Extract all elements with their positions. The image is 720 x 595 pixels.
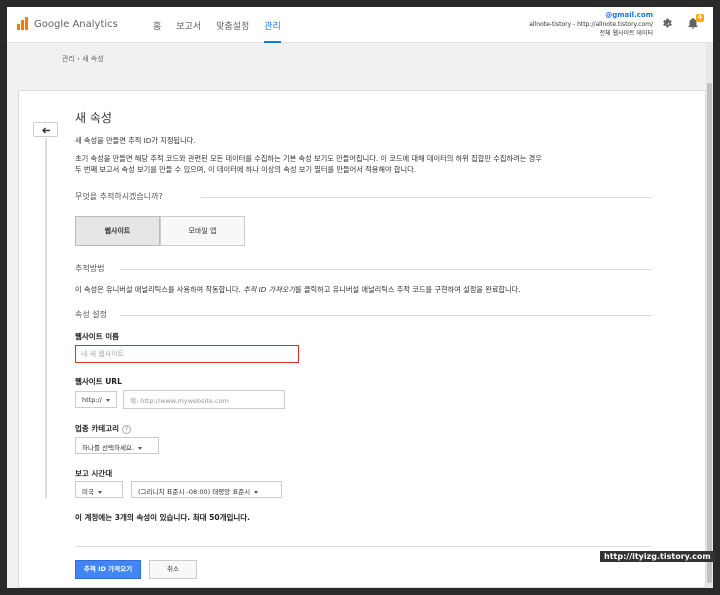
intro-detail-line2: 두 번째 보고서 속성 보기를 만들 수 있으며, 이 데이터에 하나 이상의 … — [75, 165, 416, 174]
timezone-select[interactable]: (그리니치 표준시 -08:00) 태평양 표준시 — [131, 481, 282, 498]
top-header: Google Analytics 홈 보고서 맞춤설정 관리 @gmail.co… — [7, 7, 713, 43]
brand-name: Google Analytics — [34, 18, 118, 30]
category-value: 하나를 선택하세요. — [82, 444, 134, 452]
divider — [75, 546, 651, 547]
account-note: 이 계정에는 3개의 속성이 있습니다. 최대 50개입니다. — [75, 513, 251, 522]
settings-heading: 속성 설정 — [75, 310, 107, 319]
scrollbar-thumb[interactable] — [707, 83, 712, 583]
arrow-left-icon — [42, 127, 50, 134]
method-heading: 추적방법 — [75, 264, 105, 273]
method-text: 이 속성은 유니버설 애널리틱스를 사용하여 작동합니다. 추적 ID 가져오기… — [75, 285, 521, 295]
page-title: 새 속성 — [75, 111, 112, 125]
account-view: 전체 웹사이트 데이터 — [599, 30, 654, 37]
nav-home[interactable]: 홈 — [153, 7, 161, 43]
chevron-down-icon — [105, 398, 110, 402]
main-nav: 홈 보고서 맞춤설정 관리 — [153, 7, 296, 43]
chevron-down-icon — [97, 490, 102, 494]
divider — [120, 315, 651, 316]
intro-text: 새 속성을 만들면 추적 ID가 지정됩니다. — [75, 136, 196, 145]
method-text-em: 추적 ID 가져오기 — [243, 285, 295, 294]
back-button[interactable] — [33, 122, 58, 137]
track-type-toggle: 웹사이트 모바일 앱 — [75, 216, 245, 246]
nav-customization[interactable]: 맞춤설정 — [216, 7, 249, 43]
google-analytics-logo[interactable]: Google Analytics — [16, 17, 118, 31]
intro-detail-line1: 초기 속성을 만들면 해당 추적 코드와 관련된 모든 데이터를 수집하는 기본… — [75, 154, 542, 163]
protocol-select[interactable]: http:// — [75, 391, 117, 408]
method-text-b: 를 클릭하고 유니버설 애널리틱스 추적 코드를 구현하여 설정을 완료합니다. — [295, 285, 521, 294]
help-icon[interactable]: ? — [122, 424, 132, 434]
browser-viewport: Google Analytics 홈 보고서 맞춤설정 관리 @gmail.co… — [7, 7, 713, 588]
site-name-label: 웹사이트 이름 — [75, 332, 120, 341]
timezone-label: 보고 시간대 — [75, 469, 113, 478]
protocol-value: http:// — [82, 396, 102, 404]
timezone-value: (그리니치 표준시 -08:00) 태평양 표준시 — [138, 488, 251, 496]
analytics-bars-icon — [16, 17, 30, 31]
site-url-input[interactable]: 예: http://www.mywebsite.com — [123, 390, 285, 409]
country-value: 미국 — [82, 488, 94, 496]
scrollbar[interactable] — [706, 43, 713, 588]
country-select[interactable]: 미국 — [75, 481, 123, 498]
divider — [201, 197, 651, 198]
chevron-down-icon — [254, 490, 259, 494]
get-tracking-id-button[interactable]: 추적 ID 가져오기 — [75, 560, 141, 579]
category-label-text: 업종 카테고리 — [75, 424, 120, 433]
account-property: allnote-tistory - http://allnote.tistory… — [529, 21, 653, 28]
site-url-label: 웹사이트 URL — [75, 377, 122, 386]
chevron-down-icon — [137, 446, 142, 450]
gear-icon[interactable] — [661, 17, 673, 29]
cancel-button[interactable]: 취소 — [149, 560, 197, 579]
watermark: http://ityizg.tistory.com — [600, 551, 715, 562]
method-text-a: 이 속성은 유니버설 애널리틱스를 사용하여 작동합니다. — [75, 285, 244, 294]
track-question: 무엇을 추적하시겠습니까? — [75, 192, 163, 201]
site-name-input[interactable]: 내 새 웹사이트 — [75, 345, 299, 363]
new-property-card: 새 속성 새 속성을 만들면 추적 ID가 지정됩니다. 초기 속성을 만들면 … — [18, 90, 706, 588]
nav-admin[interactable]: 관리 — [264, 7, 281, 43]
option-website[interactable]: 웹사이트 — [75, 216, 160, 246]
account-email: @gmail.com — [605, 11, 653, 19]
nav-reports[interactable]: 보고서 — [176, 7, 201, 43]
category-label: 업종 카테고리? — [75, 423, 132, 434]
breadcrumb: 관리 › 새 속성 — [62, 55, 104, 63]
notification-badge: 4 — [696, 14, 704, 22]
step-line — [45, 138, 47, 498]
option-mobile-app[interactable]: 모바일 앱 — [160, 216, 245, 246]
account-switcher[interactable]: @gmail.com allnote-tistory - http://alln… — [529, 11, 653, 38]
category-select[interactable]: 하나를 선택하세요. — [75, 437, 159, 454]
divider — [120, 269, 651, 270]
